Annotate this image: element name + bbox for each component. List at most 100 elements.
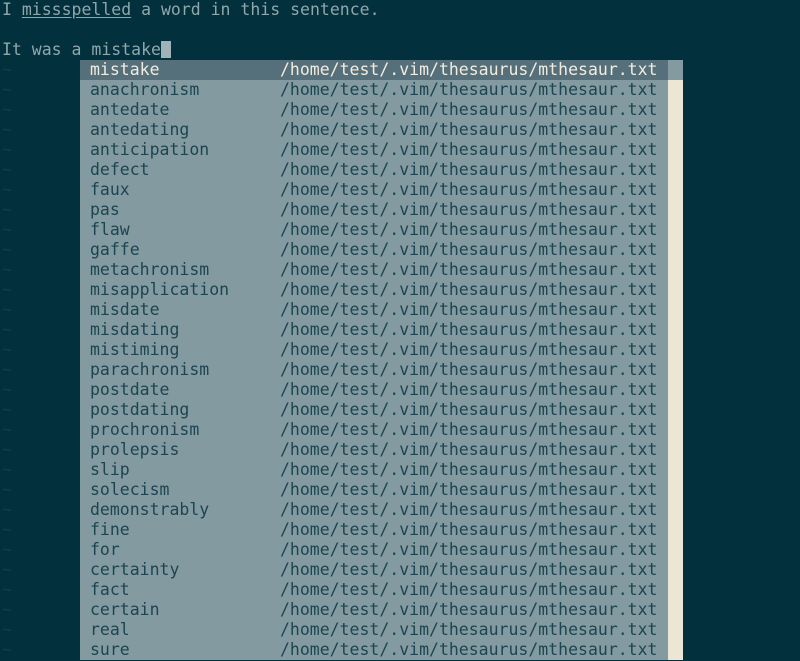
completion-item[interactable]: prochronism/home/test/.vim/thesaurus/mth… <box>80 420 668 440</box>
completion-item[interactable]: demonstrably/home/test/.vim/thesaurus/mt… <box>80 500 668 520</box>
text-cursor <box>160 41 171 58</box>
buffer-line-2-blank <box>0 20 800 40</box>
completion-item-word: certain <box>90 600 160 619</box>
completion-item-source-path: /home/test/.vim/thesaurus/mthesaur.txt <box>280 440 658 459</box>
completion-item[interactable]: certainty/home/test/.vim/thesaurus/mthes… <box>80 560 668 580</box>
misspelled-word[interactable]: missspelled <box>22 0 131 19</box>
completion-item-word: prochronism <box>90 420 200 439</box>
completion-item[interactable]: metachronism/home/test/.vim/thesaurus/mt… <box>80 260 668 280</box>
completion-item[interactable]: antedating/home/test/.vim/thesaurus/mthe… <box>80 120 668 140</box>
completion-item[interactable]: gaffe/home/test/.vim/thesaurus/mthesaur.… <box>80 240 668 260</box>
completion-item-source-path: /home/test/.vim/thesaurus/mthesaur.txt <box>280 180 658 199</box>
completion-item-word: postdate <box>90 380 170 399</box>
completion-item-word: antedate <box>90 100 170 119</box>
completion-item-source-path: /home/test/.vim/thesaurus/mthesaur.txt <box>280 600 658 619</box>
completion-item[interactable]: misdating/home/test/.vim/thesaurus/mthes… <box>80 320 668 340</box>
completion-item-word: sure <box>90 640 130 659</box>
completion-item[interactable]: anachronism/home/test/.vim/thesaurus/mth… <box>80 80 668 100</box>
completion-item-word: prolepsis <box>90 440 180 459</box>
completion-item-word: real <box>90 620 130 639</box>
completion-item[interactable]: certain/home/test/.vim/thesaurus/mthesau… <box>80 600 668 620</box>
line1-prefix-text: I <box>2 0 22 19</box>
completion-item-source-path: /home/test/.vim/thesaurus/mthesaur.txt <box>280 140 658 159</box>
completion-item[interactable]: fact/home/test/.vim/thesaurus/mthesaur.t… <box>80 580 668 600</box>
completion-item-word: mistiming <box>90 340 180 359</box>
completion-item[interactable]: misapplication/home/test/.vim/thesaurus/… <box>80 280 668 300</box>
completion-item-source-path: /home/test/.vim/thesaurus/mthesaur.txt <box>280 280 658 299</box>
completion-item-word: anticipation <box>90 140 210 159</box>
completion-item-source-path: /home/test/.vim/thesaurus/mthesaur.txt <box>280 480 658 499</box>
completion-item-word: misdating <box>90 320 180 339</box>
completion-item-word: misapplication <box>90 280 230 299</box>
completion-item-source-path: /home/test/.vim/thesaurus/mthesaur.txt <box>280 340 658 359</box>
completion-item-source-path: /home/test/.vim/thesaurus/mthesaur.txt <box>280 620 658 639</box>
completion-item-word: defect <box>90 160 150 179</box>
completion-item-source-path: /home/test/.vim/thesaurus/mthesaur.txt <box>280 260 658 279</box>
completion-item-source-path: /home/test/.vim/thesaurus/mthesaur.txt <box>280 640 658 659</box>
completion-item-word: mistake <box>90 60 160 79</box>
completion-item-source-path: /home/test/.vim/thesaurus/mthesaur.txt <box>280 400 658 419</box>
completion-item-source-path: /home/test/.vim/thesaurus/mthesaur.txt <box>280 220 658 239</box>
line1-suffix-text: a word in this sentence. <box>131 0 380 19</box>
completion-item[interactable]: faux/home/test/.vim/thesaurus/mthesaur.t… <box>80 180 668 200</box>
completion-item-source-path: /home/test/.vim/thesaurus/mthesaur.txt <box>280 540 658 559</box>
line3-text: It was a mistake <box>2 40 161 59</box>
completion-item-source-path: /home/test/.vim/thesaurus/mthesaur.txt <box>280 360 658 379</box>
completion-item-word: misdate <box>90 300 160 319</box>
completion-item[interactable]: postdate/home/test/.vim/thesaurus/mthesa… <box>80 380 668 400</box>
buffer-line-3: It was a mistake <box>0 40 800 60</box>
completion-item-source-path: /home/test/.vim/thesaurus/mthesaur.txt <box>280 460 658 479</box>
popup-scrollbar-track[interactable] <box>668 60 683 80</box>
completion-item-word: anachronism <box>90 80 200 99</box>
completion-item-word: fact <box>90 580 130 599</box>
completion-item-word: for <box>90 540 120 559</box>
completion-item-source-path: /home/test/.vim/thesaurus/mthesaur.txt <box>280 380 658 399</box>
completion-item[interactable]: defect/home/test/.vim/thesaurus/mthesaur… <box>80 160 668 180</box>
completion-item-source-path: /home/test/.vim/thesaurus/mthesaur.txt <box>280 120 658 139</box>
completion-item-word: antedating <box>90 120 190 139</box>
completion-item[interactable]: sure/home/test/.vim/thesaurus/mthesaur.t… <box>80 640 668 660</box>
completion-item-source-path: /home/test/.vim/thesaurus/mthesaur.txt <box>280 200 658 219</box>
completion-item[interactable]: parachronism/home/test/.vim/thesaurus/mt… <box>80 360 668 380</box>
completion-item-word: demonstrably <box>90 500 210 519</box>
completion-item-source-path: /home/test/.vim/thesaurus/mthesaur.txt <box>280 60 658 79</box>
completion-item[interactable]: postdating/home/test/.vim/thesaurus/mthe… <box>80 400 668 420</box>
completion-item[interactable]: mistake/home/test/.vim/thesaurus/mthesau… <box>80 60 668 80</box>
completion-item-list[interactable]: mistake/home/test/.vim/thesaurus/mthesau… <box>80 60 668 660</box>
completion-item[interactable]: antedate/home/test/.vim/thesaurus/mthesa… <box>80 100 668 120</box>
completion-item[interactable]: flaw/home/test/.vim/thesaurus/mthesaur.t… <box>80 220 668 240</box>
completion-item-word: solecism <box>90 480 170 499</box>
completion-popup-menu[interactable]: mistake/home/test/.vim/thesaurus/mthesau… <box>80 60 683 660</box>
completion-item-word: slip <box>90 460 130 479</box>
completion-item-source-path: /home/test/.vim/thesaurus/mthesaur.txt <box>280 520 658 539</box>
completion-item[interactable]: prolepsis/home/test/.vim/thesaurus/mthes… <box>80 440 668 460</box>
buffer-line-1: I missspelled a word in this sentence. <box>0 0 800 20</box>
popup-scrollbar-thumb[interactable] <box>668 80 683 660</box>
completion-item[interactable]: for/home/test/.vim/thesaurus/mthesaur.tx… <box>80 540 668 560</box>
completion-item-word: gaffe <box>90 240 140 259</box>
completion-item[interactable]: real/home/test/.vim/thesaurus/mthesaur.t… <box>80 620 668 640</box>
completion-item-source-path: /home/test/.vim/thesaurus/mthesaur.txt <box>280 560 658 579</box>
completion-item-source-path: /home/test/.vim/thesaurus/mthesaur.txt <box>280 100 658 119</box>
completion-item[interactable]: pas/home/test/.vim/thesaurus/mthesaur.tx… <box>80 200 668 220</box>
completion-item[interactable]: misdate/home/test/.vim/thesaurus/mthesau… <box>80 300 668 320</box>
vim-terminal-window[interactable]: I missspelled a word in this sentence. I… <box>0 0 800 661</box>
completion-item-source-path: /home/test/.vim/thesaurus/mthesaur.txt <box>280 320 658 339</box>
completion-item[interactable]: anticipation/home/test/.vim/thesaurus/mt… <box>80 140 668 160</box>
completion-item[interactable]: fine/home/test/.vim/thesaurus/mthesaur.t… <box>80 520 668 540</box>
completion-item[interactable]: slip/home/test/.vim/thesaurus/mthesaur.t… <box>80 460 668 480</box>
completion-item-word: postdating <box>90 400 190 419</box>
completion-item-word: faux <box>90 180 130 199</box>
completion-item[interactable]: mistiming/home/test/.vim/thesaurus/mthes… <box>80 340 668 360</box>
completion-item-word: pas <box>90 200 120 219</box>
completion-item-word: parachronism <box>90 360 210 379</box>
completion-item-source-path: /home/test/.vim/thesaurus/mthesaur.txt <box>280 580 658 599</box>
completion-item-word: flaw <box>90 220 130 239</box>
completion-item-source-path: /home/test/.vim/thesaurus/mthesaur.txt <box>280 300 658 319</box>
completion-item-source-path: /home/test/.vim/thesaurus/mthesaur.txt <box>280 160 658 179</box>
completion-item[interactable]: solecism/home/test/.vim/thesaurus/mthesa… <box>80 480 668 500</box>
completion-item-word: metachronism <box>90 260 210 279</box>
popup-scrollbar[interactable] <box>668 60 683 660</box>
completion-item-source-path: /home/test/.vim/thesaurus/mthesaur.txt <box>280 500 658 519</box>
completion-item-word: fine <box>90 520 130 539</box>
